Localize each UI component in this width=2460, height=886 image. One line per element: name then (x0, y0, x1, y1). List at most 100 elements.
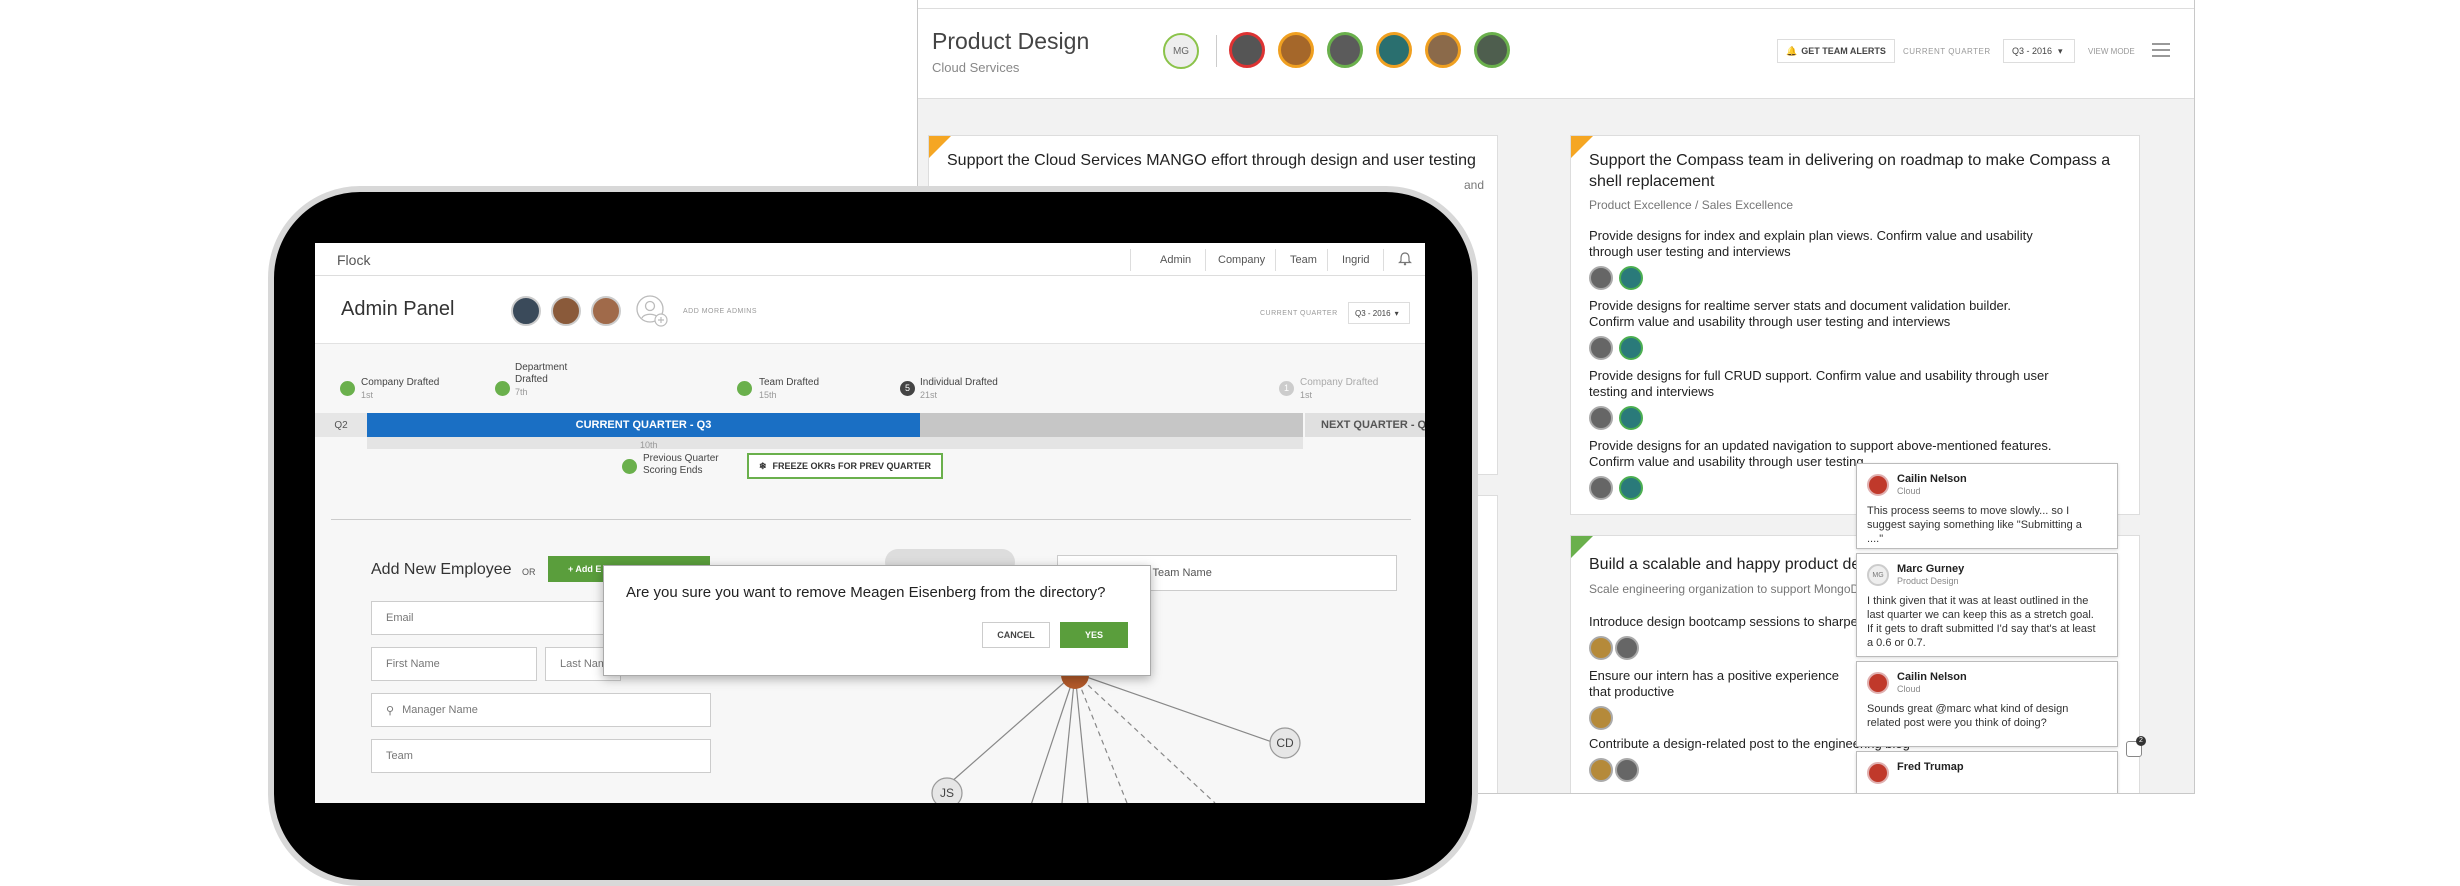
check-icon (495, 381, 510, 396)
avatar[interactable] (1615, 636, 1639, 660)
avatar[interactable] (1376, 32, 1412, 68)
cancel-button[interactable]: CANCEL (982, 622, 1050, 648)
milestone: Company Drafted 1st (1300, 377, 1378, 401)
key-result[interactable]: Ensure our intern has a positive experie… (1589, 668, 1859, 700)
divider (1130, 249, 1131, 271)
timeline-current-quarter: CURRENT QUARTER - Q3 (367, 413, 920, 437)
page-subtitle: Cloud Services (932, 60, 1020, 75)
manager-name-field[interactable]: ⚲ Manager Name (371, 693, 711, 727)
nav-user[interactable]: Ingrid (1342, 254, 1370, 266)
notification-count: 2 (2136, 736, 2146, 746)
step-number-icon: 5 (900, 381, 915, 396)
view-mode-label: VIEW MODE (2088, 47, 2135, 56)
bell-icon[interactable] (1398, 252, 1412, 266)
confirm-dialog: Are you sure you want to remove Meagen E… (603, 565, 1151, 676)
comment-icon[interactable]: 2 (2126, 736, 2146, 757)
milestone-label: Department Drafted (515, 362, 568, 385)
top-strip (918, 0, 2194, 9)
dialog-message: Are you sure you want to remove Meagen E… (626, 584, 1106, 601)
avatar[interactable] (1619, 476, 1643, 500)
key-result[interactable]: Introduce design bootcamp sessions to sh… (1589, 614, 1889, 630)
objective-card[interactable]: Support the Compass team in delivering o… (1570, 135, 2140, 515)
snowflake-icon: ❄ (758, 460, 767, 471)
comment[interactable]: MG Marc Gurney Product Design I think gi… (1856, 553, 2118, 657)
current-quarter-label: CURRENT QUARTER (1260, 310, 1338, 317)
nav-admin[interactable]: Admin (1160, 254, 1191, 266)
nav-team[interactable]: Team (1290, 254, 1317, 266)
comment[interactable]: Cailin Nelson Cloud Sounds great @marc w… (1856, 661, 2118, 747)
divider (331, 519, 1411, 520)
check-icon (340, 381, 355, 396)
key-result[interactable]: Provide designs for realtime server stat… (1589, 298, 2059, 330)
key-result[interactable]: Provide designs for full CRUD support. C… (1589, 368, 2049, 400)
team-header: Product Design Cloud Services MG 🔔 GET T… (918, 9, 2194, 99)
avatar[interactable] (1229, 32, 1265, 68)
avatar[interactable] (1278, 32, 1314, 68)
avatar[interactable] (1589, 636, 1613, 660)
avatar[interactable] (1615, 758, 1639, 782)
divider (1216, 35, 1217, 67)
check-icon (737, 381, 752, 396)
avatar[interactable] (1619, 406, 1643, 430)
avatar[interactable] (551, 296, 581, 326)
comment-author: Fred Trumap (1897, 761, 1964, 773)
avatar[interactable]: MG (1163, 33, 1199, 69)
avatar[interactable] (1619, 266, 1643, 290)
add-user-icon[interactable] (635, 294, 669, 328)
avatar[interactable] (1619, 336, 1643, 360)
objective-title: Support the Cloud Services MANGO effort … (947, 152, 1476, 169)
comment-text: Sounds great @marc what kind of design r… (1867, 703, 2069, 729)
milestone-date: 21st (920, 390, 938, 400)
yes-button[interactable]: YES (1060, 622, 1128, 648)
quarter-value: Q3 - 2016 (1355, 308, 1391, 318)
add-admins-label[interactable]: ADD MORE ADMINS (683, 308, 757, 315)
graph-node-label: JS (940, 786, 954, 800)
menu-icon[interactable] (2151, 41, 2171, 59)
milestone-label: Company Drafted (361, 377, 440, 388)
avatar[interactable] (1474, 32, 1510, 68)
avatar[interactable] (511, 296, 541, 326)
logo[interactable]: Flock (337, 252, 370, 268)
milestone-date: 15th (759, 390, 777, 400)
avatar[interactable] (1589, 336, 1613, 360)
milestone-date-text: 10th (640, 440, 658, 450)
avatar[interactable] (591, 296, 621, 326)
quarter-select[interactable]: Q3 - 2016 ▾ (1348, 302, 1410, 324)
email-field[interactable]: Email (371, 601, 621, 635)
quarter-select[interactable]: Q3 - 2016 ▾ (2003, 39, 2075, 63)
comment-team: Cloud (1897, 486, 1921, 496)
freeze-okrs-button[interactable]: ❄ FREEZE OKRs FOR PREV QUARTER (747, 453, 943, 479)
avatar[interactable] (1589, 266, 1613, 290)
milestone-date: 7th (515, 387, 528, 397)
milestone-label: Company Drafted (1300, 377, 1379, 388)
milestone: Team Drafted 15th (759, 377, 819, 401)
get-team-alerts-button[interactable]: 🔔 GET TEAM ALERTS (1777, 39, 1895, 63)
avatar[interactable] (1589, 406, 1613, 430)
avatar[interactable] (1589, 706, 1613, 730)
timeline-q2: Q2 (315, 413, 367, 437)
comment-author: Cailin Nelson (1897, 671, 1967, 683)
comment-author: Marc Gurney (1897, 563, 1965, 575)
key-result[interactable]: Provide designs for index and explain pl… (1589, 228, 2049, 260)
page-title: Admin Panel (341, 298, 455, 320)
avatar[interactable] (1589, 476, 1613, 500)
chevron-down-icon: ▾ (2058, 45, 2063, 56)
milestone: Department Drafted 7th (515, 362, 587, 398)
first-name-field[interactable]: First Name (371, 647, 537, 681)
graph-node-label: CD (1276, 736, 1294, 750)
nav-company[interactable]: Company (1218, 254, 1265, 266)
comment-team: Cloud (1897, 684, 1921, 694)
objective-text: and (1464, 178, 1485, 192)
avatar (1867, 672, 1889, 694)
step-number-icon: 1 (1279, 381, 1294, 396)
milestone: Company Drafted 1st (361, 377, 439, 401)
team-field[interactable]: Team (371, 739, 711, 773)
comment-author: Cailin Nelson (1897, 473, 1967, 485)
avatar[interactable] (1589, 758, 1613, 782)
comment[interactable]: Fred Trumap (1856, 751, 2118, 793)
divider (1327, 249, 1328, 271)
avatar[interactable] (1425, 32, 1461, 68)
comment[interactable]: Cailin Nelson Cloud This process seems t… (1856, 463, 2118, 549)
timeline-track (367, 437, 1303, 449)
avatar[interactable] (1327, 32, 1363, 68)
